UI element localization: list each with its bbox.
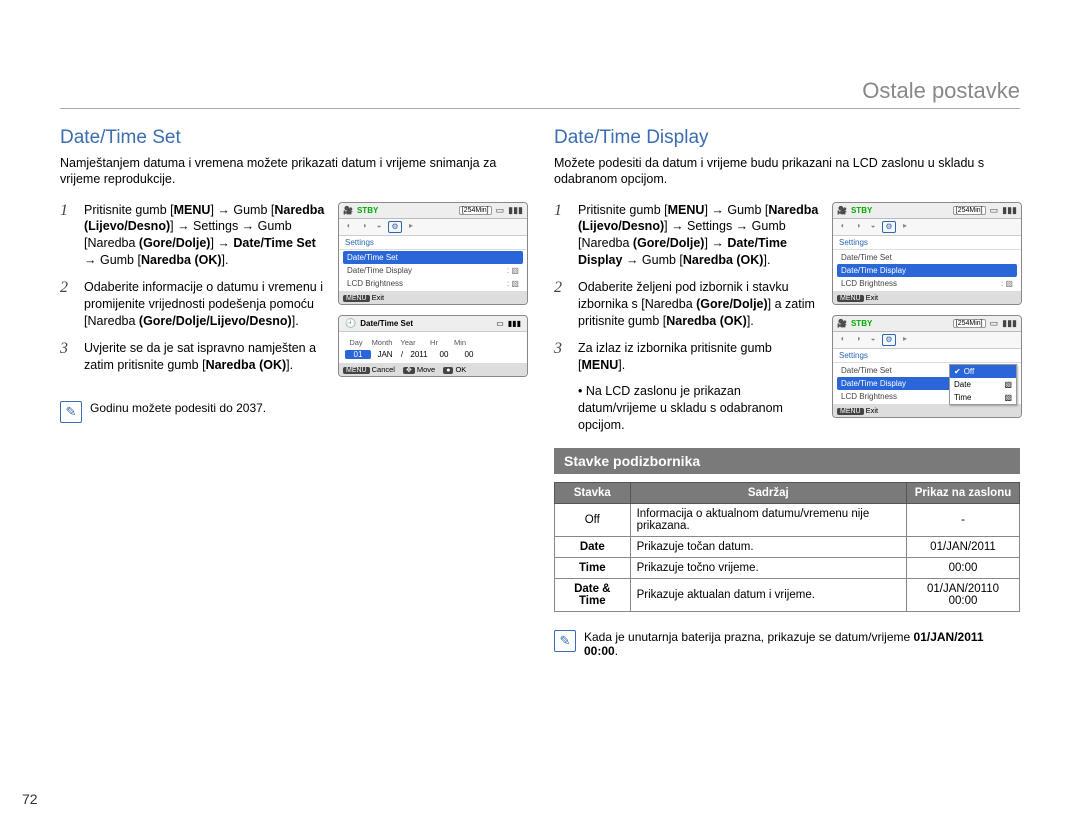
gear-icon: ⚙ [388, 221, 402, 233]
intro-right: Možete podesiti da datum i vrijeme budu … [554, 155, 1020, 188]
options-popup: ✔Off Date▧ Time▧ [949, 364, 1017, 405]
lcd-preview-datetime-set: 🕘 Date/Time Set ▭ ▮▮▮ Day Month Year Hr [338, 315, 528, 377]
menu-item: Date/Time Set [343, 251, 523, 264]
step-number: 1 [554, 202, 568, 220]
table-row: Time Prikazuje točno vrijeme. 00:00 [555, 558, 1020, 579]
bullet-text: Na LCD zaslonu je prikazan datum/vrijeme… [578, 384, 783, 432]
step-text: Za izlaz iz izbornika pritisnite gumb [M… [578, 340, 820, 374]
tab-icons: ◐◑◒⚙▸ [339, 219, 527, 236]
checkmark-icon: ✔ [954, 367, 961, 376]
table-row: Off Informacija o aktualnom datumu/vreme… [555, 504, 1020, 537]
table-row: Date & Time Prikazuje aktualan datum i v… [555, 579, 1020, 612]
section-title-datetime-set: Date/Time Set [60, 127, 526, 149]
step-text: Odaberite željeni pod izbornik i stavku … [578, 279, 820, 330]
note-text: Godinu možete podesiti do 2037. [90, 401, 266, 415]
step-text: Odaberite informacije o datumu i vremenu… [84, 279, 326, 330]
submenu-header: Stavke podizbornika [554, 448, 1020, 474]
battery-icon: ▮▮▮ [508, 205, 523, 216]
record-icon: 🎥 [343, 206, 353, 215]
step-text: Uvjerite se da je sat ispravno namješten… [84, 340, 326, 374]
section-title-datetime-display: Date/Time Display [554, 127, 1020, 149]
submenu-table: Stavka Sadržaj Prikaz na zaslonu Off Inf… [554, 482, 1020, 612]
step-number: 2 [554, 279, 568, 297]
note-icon: ✎ [554, 630, 576, 652]
settings-header: Settings [339, 236, 527, 250]
dts-title: Date/Time Set [360, 319, 413, 328]
table-head: Prikaz na zaslonu [906, 483, 1019, 504]
step-number: 1 [60, 202, 74, 220]
step-text: Pritisnite gumb [MENU] → Gumb [Naredba (… [84, 202, 326, 270]
lcd-preview-popup: 🎥STBY [254Min] ▭▮▮▮ ◐◑◒⚙▸ Settings Date/… [832, 315, 1022, 418]
footer-hints: MENUCancel ✥Move ●OK [339, 363, 527, 376]
menu-item: Date/Time Display: ▧ [343, 264, 523, 277]
note-icon: ✎ [60, 401, 82, 423]
note-text: Kada je unutarnja baterija prazna, prika… [584, 630, 1020, 658]
step-number: 3 [554, 340, 568, 358]
clock-icon: 🕘 [345, 318, 356, 329]
step-text: Pritisnite gumb [MENU] → Gumb [Naredba (… [578, 202, 820, 270]
time-remaining: [254Min] [459, 206, 492, 215]
sd-icon: ▭ [496, 205, 505, 216]
intro-left: Namještanjem datuma i vremena možete pri… [60, 155, 526, 188]
day-value: 01 [345, 350, 371, 359]
table-head: Stavka [555, 483, 631, 504]
menu-item: LCD Brightness: ▧ [343, 277, 523, 290]
chapter-title: Ostale postavke [60, 78, 1020, 109]
record-icon: 🎥 [837, 206, 847, 215]
battery-icon: ▮▮▮ [508, 319, 521, 328]
table-row: Date Prikazuje točan datum. 01/JAN/2011 [555, 537, 1020, 558]
step-number: 2 [60, 279, 74, 297]
lcd-preview-settings: 🎥 STBY [254Min] ▭ ▮▮▮ ◐◑◒⚙▸ Settings Dat… [338, 202, 528, 305]
sd-icon: ▭ [496, 319, 504, 328]
table-head: Sadržaj [630, 483, 906, 504]
page-number: 72 [22, 791, 38, 807]
step-number: 3 [60, 340, 74, 358]
lcd-preview-settings: 🎥 STBY [254Min] ▭▮▮▮ ◐◑◒⚙▸ Settings Date… [832, 202, 1022, 305]
stby-label: STBY [357, 206, 378, 215]
footer-hints: MENUExit [339, 291, 527, 304]
